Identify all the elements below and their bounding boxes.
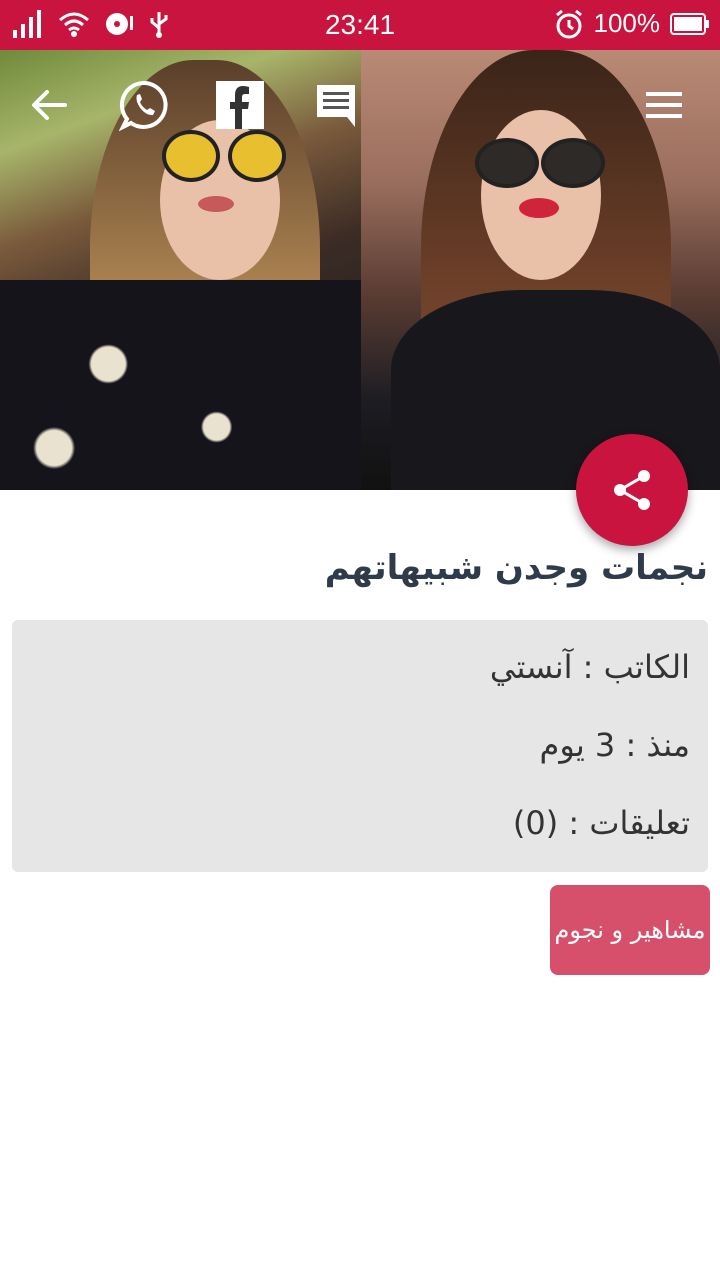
sunglasses-lens: [475, 138, 539, 188]
status-bar: 23:41 100%: [0, 0, 720, 50]
comments-count-line: تعليقات : (0): [512, 804, 690, 842]
date-line: منذ : 3 يوم: [539, 726, 691, 764]
embroidered-top: [0, 280, 361, 490]
article-meta-box: الكاتب : آنستي منذ : 3 يوم تعليقات : (0): [12, 620, 708, 872]
face-shape: [481, 110, 601, 280]
menu-button[interactable]: [640, 78, 688, 132]
share-button[interactable]: [576, 434, 688, 546]
menu-icon: [646, 92, 682, 118]
whatsapp-share-button[interactable]: [116, 78, 174, 132]
facebook-share-button[interactable]: [214, 78, 266, 132]
share-icon: [614, 470, 650, 510]
author-line: الكاتب : آنستي: [489, 648, 690, 686]
status-icons-right: 100%: [554, 8, 711, 39]
comments-icon: [317, 85, 355, 127]
lips-shape: [519, 198, 559, 218]
lips-shape: [198, 196, 234, 212]
back-button[interactable]: [22, 78, 76, 132]
battery-icon: [670, 12, 709, 35]
sunglasses-lens: [228, 130, 286, 182]
sunglasses-lens: [541, 138, 605, 188]
sunglasses-lens: [162, 130, 220, 182]
facebook-icon: [216, 81, 264, 129]
whatsapp-icon: [119, 80, 168, 131]
back-arrow-icon: [32, 90, 67, 120]
battery-percent: 100%: [593, 8, 661, 38]
comments-button[interactable]: [312, 78, 360, 132]
article-hero-image: [0, 50, 720, 490]
alarm-icon: [555, 9, 582, 38]
category-chip[interactable]: مشاهير و نجوم: [550, 885, 710, 975]
article-title: نجمات وجدن شبيهاتهم: [324, 548, 708, 588]
